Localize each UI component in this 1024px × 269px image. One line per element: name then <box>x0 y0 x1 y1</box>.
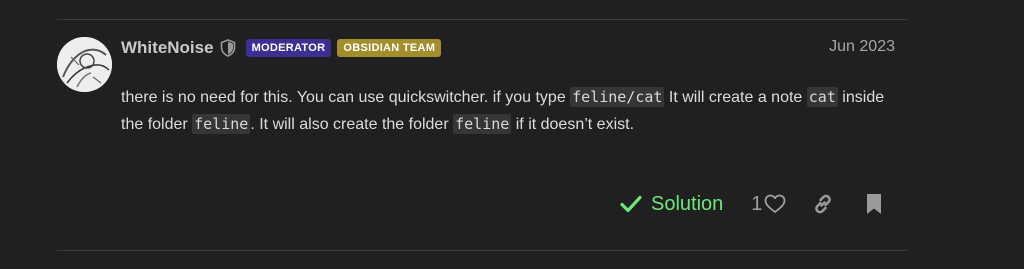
shield-icon <box>220 39 236 57</box>
inline-code: feline/cat <box>570 87 665 107</box>
like-count: 1 <box>751 192 763 215</box>
like-button[interactable]: 1 <box>751 193 786 216</box>
solution-button[interactable]: Solution <box>620 193 723 216</box>
solution-label: Solution <box>651 192 724 215</box>
inline-code: cat <box>806 87 838 107</box>
link-icon <box>812 193 834 215</box>
check-icon <box>620 195 642 213</box>
body-text: . It will also create the folder <box>250 116 454 133</box>
body-text: there is no need for this. You can use q… <box>121 89 571 106</box>
body-text: if it doesn’t exist. <box>511 116 635 133</box>
obsidian-team-badge[interactable]: OBSIDIAN TEAM <box>337 39 442 57</box>
top-divider <box>57 19 907 20</box>
post-body: there is no need for this. You can use q… <box>121 84 891 138</box>
inline-code: feline <box>192 114 251 134</box>
body-text: It will create a note <box>664 89 807 106</box>
share-link-button[interactable] <box>812 193 834 215</box>
forum-post: WhiteNoise MODERATOR OBSIDIAN TEAM Jun 2… <box>0 0 1024 269</box>
post-actions: Solution 1 <box>620 188 882 220</box>
bookmark-button[interactable] <box>866 193 882 215</box>
inline-code: feline <box>453 114 512 134</box>
username[interactable]: WhiteNoise <box>121 38 214 58</box>
post-date[interactable]: Jun 2023 <box>829 38 895 56</box>
avatar[interactable] <box>57 37 112 92</box>
moderator-badge[interactable]: MODERATOR <box>245 39 332 57</box>
post-header: WhiteNoise MODERATOR OBSIDIAN TEAM <box>121 37 442 59</box>
heart-icon <box>764 194 786 214</box>
bottom-divider <box>57 250 907 251</box>
bookmark-icon <box>866 193 882 215</box>
